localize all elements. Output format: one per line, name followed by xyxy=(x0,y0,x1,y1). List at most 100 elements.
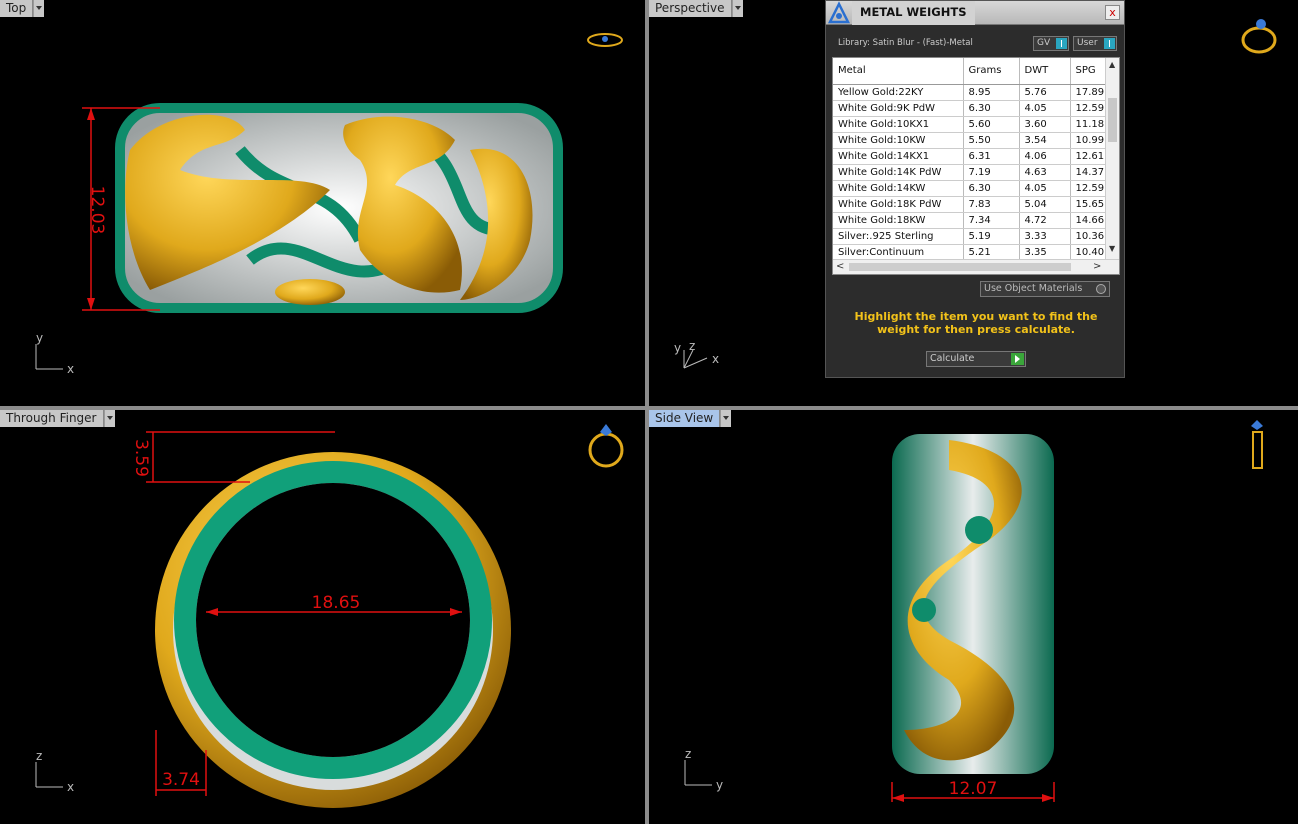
dimension-inner-diameter: 18.65 xyxy=(312,593,361,613)
toggle-switch-icon xyxy=(1104,38,1115,49)
dwt-cell: 4.05 xyxy=(1019,100,1071,117)
column-header-dwt[interactable]: DWT xyxy=(1019,58,1071,85)
grams-cell: 5.50 xyxy=(963,132,1020,149)
metal-weights-panel[interactable]: METAL WEIGHTS x Library: Satin Blur - (F… xyxy=(825,0,1125,378)
scroll-down-icon[interactable]: ▼ xyxy=(1109,244,1115,253)
library-label: Library: Satin Blur - (Fast)-Metal xyxy=(838,38,973,48)
ring-view-icon[interactable] xyxy=(1247,418,1269,472)
table-row[interactable]: White Gold:14KX1 6.31 4.06 12.61 xyxy=(833,148,1109,165)
dimension-width: 12.07 xyxy=(949,779,998,799)
grams-cell: 5.60 xyxy=(963,116,1020,133)
user-toggle[interactable]: User xyxy=(1073,36,1117,51)
table-row[interactable]: White Gold:18K PdW 7.83 5.04 15.65 xyxy=(833,196,1109,213)
horizontal-scrollbar[interactable]: < > xyxy=(833,259,1119,274)
dimension-top-thickness: 3.59 xyxy=(131,439,151,477)
axis-x-line xyxy=(683,357,708,369)
app-logo-icon xyxy=(826,0,852,25)
metal-cell: White Gold:14KW xyxy=(833,180,964,197)
table-row[interactable]: Silver:Continuum 5.21 3.35 10.40 xyxy=(833,244,1109,261)
dim-arrow xyxy=(87,298,95,310)
scroll-thumb[interactable] xyxy=(1108,98,1117,142)
ring-view-icon[interactable] xyxy=(585,420,627,470)
axis-y-label: y xyxy=(36,331,43,345)
table-row[interactable]: Silver:.925 Sterling 5.19 3.33 10.36 xyxy=(833,228,1109,245)
table-row[interactable]: White Gold:14K PdW 7.19 4.63 14.37 xyxy=(833,164,1109,181)
ring-top-render: 12.03 y x xyxy=(35,103,563,376)
spg-cell: 10.36 xyxy=(1070,228,1109,245)
viewport-through-finger[interactable]: Through Finger 3.59 18.65 3.74 z x xyxy=(0,410,645,824)
gv-toggle[interactable]: GV xyxy=(1033,36,1069,51)
ring-hole xyxy=(196,483,470,757)
calculate-button[interactable]: Calculate xyxy=(926,351,1026,367)
use-object-materials-option[interactable]: Use Object Materials xyxy=(980,281,1110,297)
column-header-grams[interactable]: Grams xyxy=(963,58,1020,85)
viewport-side[interactable]: Side View 12.07 z y xyxy=(649,410,1298,824)
table-row[interactable]: White Gold:9K PdW 6.30 4.05 12.59 xyxy=(833,100,1109,117)
spg-cell: 10.40 xyxy=(1070,244,1109,261)
close-button[interactable]: x xyxy=(1105,5,1120,20)
grams-cell: 7.34 xyxy=(963,212,1020,229)
metal-cell: White Gold:14K PdW xyxy=(833,164,964,181)
play-arrow-icon xyxy=(1011,353,1024,365)
column-header-spg[interactable]: SPG xyxy=(1070,58,1109,85)
column-header-metal[interactable]: Metal xyxy=(833,58,964,85)
ring-side-render: 12.07 z y xyxy=(684,434,1055,802)
dwt-cell: 4.72 xyxy=(1019,212,1071,229)
metal-cell: White Gold:10KX1 xyxy=(833,116,964,133)
user-toggle-label: User xyxy=(1077,38,1098,48)
axis-z-label: z xyxy=(685,747,691,761)
axis-x-label: x xyxy=(67,362,74,376)
metal-cell: Silver:.925 Sterling xyxy=(833,228,964,245)
metal-cell: White Gold:18K PdW xyxy=(833,196,964,213)
radio-button-icon[interactable] xyxy=(1096,284,1106,294)
viewport-top[interactable]: Top 12.03 y x xyxy=(0,0,645,406)
axis-z-label: z xyxy=(36,749,42,763)
table-row[interactable]: White Gold:14KW 6.30 4.05 12.59 xyxy=(833,180,1109,197)
dwt-cell: 4.05 xyxy=(1019,180,1071,197)
metal-cell: White Gold:18KW xyxy=(833,212,964,229)
scroll-left-icon[interactable]: < xyxy=(836,261,844,272)
metal-cell: White Gold:10KW xyxy=(833,132,964,149)
dim-arrow xyxy=(87,108,95,120)
dim-arrow xyxy=(892,794,904,802)
ring-view-icon[interactable] xyxy=(585,30,625,50)
ring-view-icon[interactable] xyxy=(1239,14,1279,56)
table-row[interactable]: White Gold:18KW 7.34 4.72 14.66 xyxy=(833,212,1109,229)
grams-cell: 6.30 xyxy=(963,180,1020,197)
toggle-switch-icon xyxy=(1056,38,1067,49)
grams-cell: 6.31 xyxy=(963,148,1020,165)
dwt-cell: 3.60 xyxy=(1019,116,1071,133)
vertical-scrollbar[interactable]: ▲ ▼ xyxy=(1105,58,1119,260)
table-row[interactable]: Yellow Gold:22KY 8.95 5.76 17.89 xyxy=(833,84,1109,101)
spg-cell: 12.59 xyxy=(1070,100,1109,117)
scroll-thumb[interactable] xyxy=(849,263,1071,271)
grams-cell: 5.19 xyxy=(963,228,1020,245)
table-row[interactable]: White Gold:10KW 5.50 3.54 10.99 xyxy=(833,132,1109,149)
dwt-cell: 4.63 xyxy=(1019,164,1071,181)
spg-cell: 12.61 xyxy=(1070,148,1109,165)
spg-cell: 15.65 xyxy=(1070,196,1109,213)
metal-cell: White Gold:9K PdW xyxy=(833,100,964,117)
spg-cell: 12.59 xyxy=(1070,180,1109,197)
dwt-cell: 3.33 xyxy=(1019,228,1071,245)
scroll-right-icon[interactable]: > xyxy=(1093,261,1101,272)
table-row[interactable]: White Gold:10KX1 5.60 3.60 11.18 xyxy=(833,116,1109,133)
metal-cell: Silver:Continuum xyxy=(833,244,964,261)
metal-weights-table[interactable]: Metal Grams DWT SPG Yellow Gold:22KY 8.95… xyxy=(832,57,1120,275)
axis-x-label: x xyxy=(67,780,74,794)
dwt-cell: 3.54 xyxy=(1019,132,1071,149)
grams-cell: 8.95 xyxy=(963,84,1020,101)
grams-cell: 5.21 xyxy=(963,244,1020,261)
panel-titlebar[interactable]: METAL WEIGHTS x xyxy=(826,0,1124,25)
spg-cell: 17.89 xyxy=(1070,84,1109,101)
grams-cell: 6.30 xyxy=(963,100,1020,117)
axis-y-label: y xyxy=(674,341,681,355)
scroll-up-icon[interactable]: ▲ xyxy=(1109,60,1115,69)
spg-cell: 14.37 xyxy=(1070,164,1109,181)
axis-y-label: y xyxy=(716,778,723,792)
dwt-cell: 4.06 xyxy=(1019,148,1071,165)
grams-cell: 7.19 xyxy=(963,164,1020,181)
ring-through-finger-render: 3.59 18.65 3.74 z x xyxy=(35,431,511,808)
cloud-relief xyxy=(275,279,345,305)
use-object-materials-label: Use Object Materials xyxy=(984,283,1083,294)
